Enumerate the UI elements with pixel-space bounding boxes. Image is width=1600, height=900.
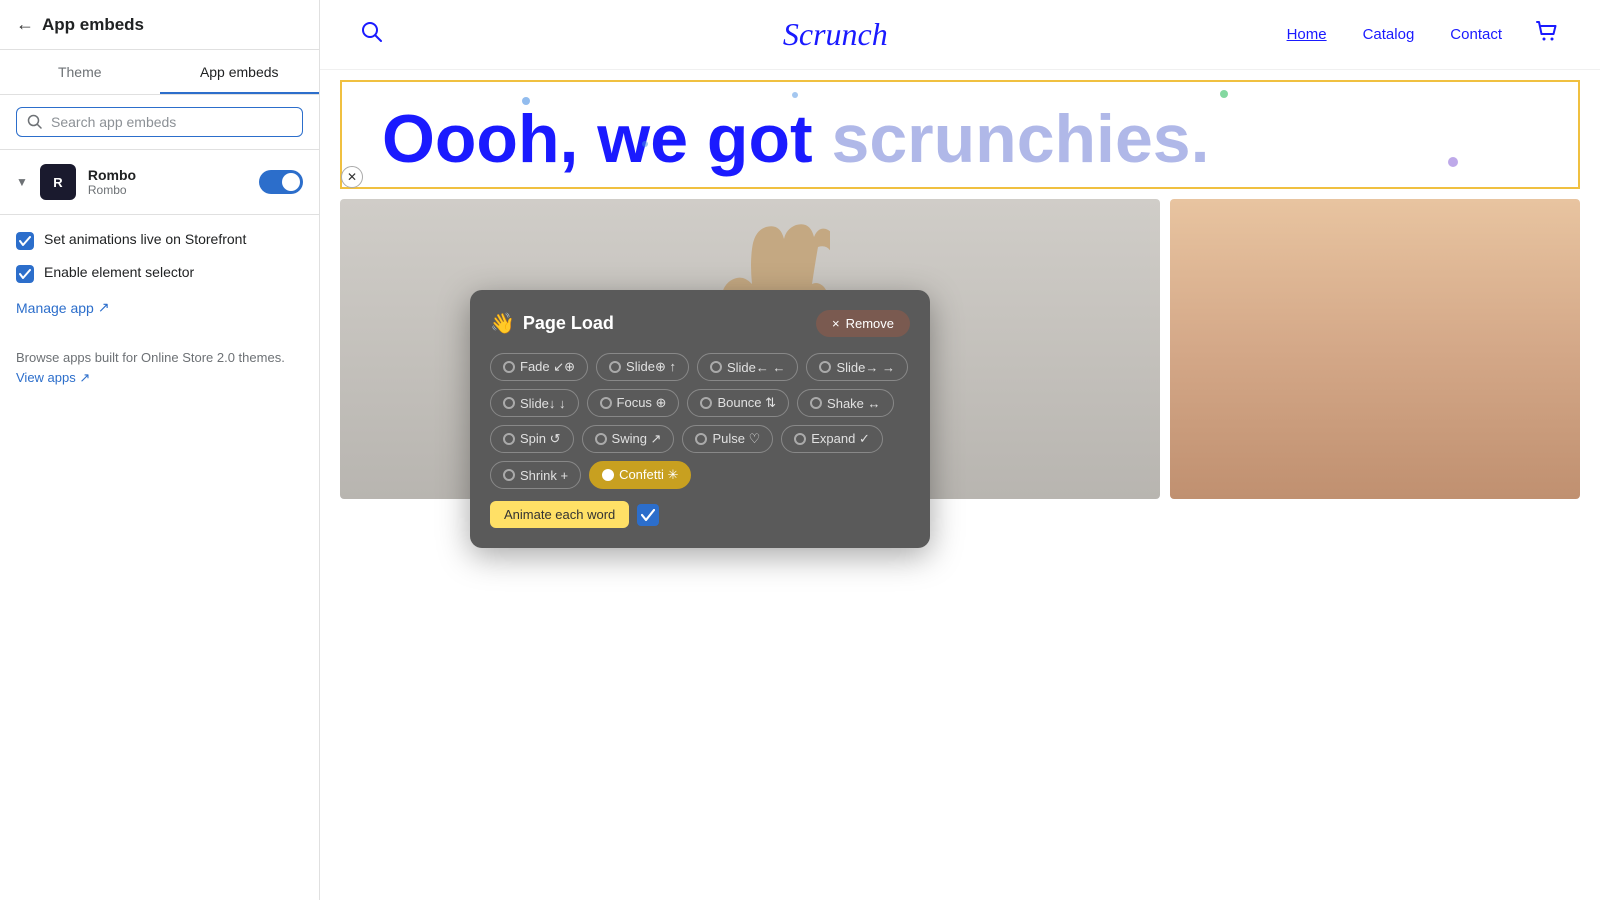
view-apps-icon: ↗ xyxy=(79,370,90,385)
sidebar-title: App embeds xyxy=(42,15,144,35)
checkbox-set-animations: Set animations live on Storefront xyxy=(16,231,303,250)
anim-slide-right[interactable]: Slide→ → xyxy=(806,353,908,381)
hero-word-2: we xyxy=(597,101,707,177)
radio-expand xyxy=(794,433,806,445)
nav-catalog[interactable]: Catalog xyxy=(1363,26,1415,43)
set-animations-label: Set animations live on Storefront xyxy=(44,231,246,247)
hero-text: Oooh, we got scrunchies. xyxy=(382,82,1538,187)
anim-bounce[interactable]: Bounce ⇅ xyxy=(687,389,789,417)
back-button[interactable]: ← xyxy=(16,14,34,35)
radio-pulse xyxy=(695,433,707,445)
external-link-icon: ↗ xyxy=(98,299,110,316)
tab-theme[interactable]: Theme xyxy=(0,50,160,94)
radio-confetti xyxy=(602,469,614,481)
search-container xyxy=(16,107,303,137)
enable-selector-label: Enable element selector xyxy=(44,264,194,280)
anim-shrink[interactable]: Shrink + xyxy=(490,461,581,489)
anim-focus[interactable]: Focus ⊕ xyxy=(587,389,680,417)
hero-word-1: Oooh, xyxy=(382,101,597,177)
anim-confetti[interactable]: Confetti ✳ xyxy=(589,461,691,489)
radio-slide-right xyxy=(819,361,831,373)
storefront-logo: Scrunch xyxy=(783,16,888,53)
rombo-name: Rombo xyxy=(88,167,247,183)
browse-text: Browse apps built for Online Store 2.0 t… xyxy=(16,350,285,365)
nav-left-icons xyxy=(360,20,384,50)
anim-slide-left[interactable]: Slide← ← xyxy=(697,353,799,381)
radio-slide-down xyxy=(503,397,515,409)
popup-emoji: 👋 xyxy=(490,311,515,336)
manage-app-wrap: Manage app ↗ xyxy=(0,299,319,332)
radio-slide-left xyxy=(710,361,722,373)
radio-shrink xyxy=(503,469,515,481)
hero-word-4: scrunchies. xyxy=(832,101,1210,177)
rombo-avatar: R xyxy=(40,164,76,200)
sidebar-footer: Browse apps built for Online Store 2.0 t… xyxy=(0,332,319,403)
cart-icon[interactable] xyxy=(1534,19,1560,51)
expand-icon[interactable]: ▼ xyxy=(16,175,28,189)
animation-popup: 👋 Page Load × Remove Fade ↙⊕ xyxy=(470,290,930,548)
storefront-nav: Scrunch Home Catalog Contact xyxy=(320,0,1600,70)
rombo-sub: Rombo xyxy=(88,183,247,197)
radio-swing xyxy=(595,433,607,445)
remove-button[interactable]: × Remove xyxy=(816,310,910,337)
animation-row-1: Fade ↙⊕ Slide⊕ ↑ Slide← ← Slide→ → xyxy=(490,353,910,381)
search-icon[interactable] xyxy=(360,20,384,50)
nav-home[interactable]: Home xyxy=(1287,26,1327,43)
radio-spin xyxy=(503,433,515,445)
anim-expand[interactable]: Expand ✓ xyxy=(781,425,883,453)
animation-grid: Fade ↙⊕ Slide⊕ ↑ Slide← ← Slide→ → xyxy=(490,353,910,489)
anim-fade[interactable]: Fade ↙⊕ xyxy=(490,353,588,381)
popup-title: 👋 Page Load xyxy=(490,311,614,336)
set-animations-checkbox[interactable] xyxy=(16,232,34,250)
radio-bounce xyxy=(700,397,712,409)
animate-each-word-label: Animate each word xyxy=(490,501,629,528)
storefront: Scrunch Home Catalog Contact xyxy=(320,0,1600,900)
hero-image-right xyxy=(1170,199,1580,499)
radio-slide-up xyxy=(609,361,621,373)
manage-app-link[interactable]: Manage app ↗ xyxy=(16,299,303,316)
animation-row-4: Shrink + Confetti ✳ xyxy=(490,461,910,489)
rombo-row: ▼ R Rombo Rombo xyxy=(0,150,319,215)
popup-header: 👋 Page Load × Remove xyxy=(490,310,910,337)
anim-spin[interactable]: Spin ↺ xyxy=(490,425,574,453)
animation-row-2: Slide↓ ↓ Focus ⊕ Bounce ⇅ Shake ↔ xyxy=(490,389,910,417)
anim-slide-down[interactable]: Slide↓ ↓ xyxy=(490,389,579,417)
nav-links: Home Catalog Contact xyxy=(1287,26,1502,43)
hero-section[interactable]: Oooh, we got scrunchies. ✕ xyxy=(340,80,1580,189)
hero-close-button[interactable]: ✕ xyxy=(341,166,363,188)
radio-shake xyxy=(810,397,822,409)
search-input[interactable] xyxy=(51,114,292,130)
rombo-info: Rombo Rombo xyxy=(88,167,247,197)
animate-each-word-row: Animate each word xyxy=(490,501,910,528)
enable-selector-checkbox[interactable] xyxy=(16,265,34,283)
search-wrap xyxy=(0,95,319,150)
anim-shake[interactable]: Shake ↔ xyxy=(797,389,893,417)
view-apps-link[interactable]: View apps ↗ xyxy=(16,370,90,385)
hero-word-3: got xyxy=(707,101,832,177)
checkbox-enable-selector: Enable element selector xyxy=(16,264,303,283)
remove-icon: × xyxy=(832,316,840,331)
anim-swing[interactable]: Swing ↗ xyxy=(582,425,675,453)
sidebar-header: ← App embeds xyxy=(0,0,319,50)
sidebar: ← App embeds Theme App embeds ▼ R Rombo … xyxy=(0,0,320,900)
radio-fade xyxy=(503,361,515,373)
main-preview: ↖ Scrunch Home Catalog Contact xyxy=(320,0,1600,900)
anim-slide-up[interactable]: Slide⊕ ↑ xyxy=(596,353,689,381)
anim-pulse[interactable]: Pulse ♡ xyxy=(682,425,773,453)
rombo-toggle[interactable] xyxy=(259,170,303,194)
sidebar-tabs: Theme App embeds xyxy=(0,50,319,95)
sidebar-checkboxes: Set animations live on Storefront Enable… xyxy=(0,215,319,299)
animate-each-word-checkbox[interactable] xyxy=(637,504,659,526)
tab-app-embeds[interactable]: App embeds xyxy=(160,50,320,94)
nav-contact[interactable]: Contact xyxy=(1450,26,1502,43)
radio-focus xyxy=(600,397,612,409)
search-icon xyxy=(27,114,43,130)
animation-row-3: Spin ↺ Swing ↗ Pulse ♡ Expand ✓ xyxy=(490,425,910,453)
